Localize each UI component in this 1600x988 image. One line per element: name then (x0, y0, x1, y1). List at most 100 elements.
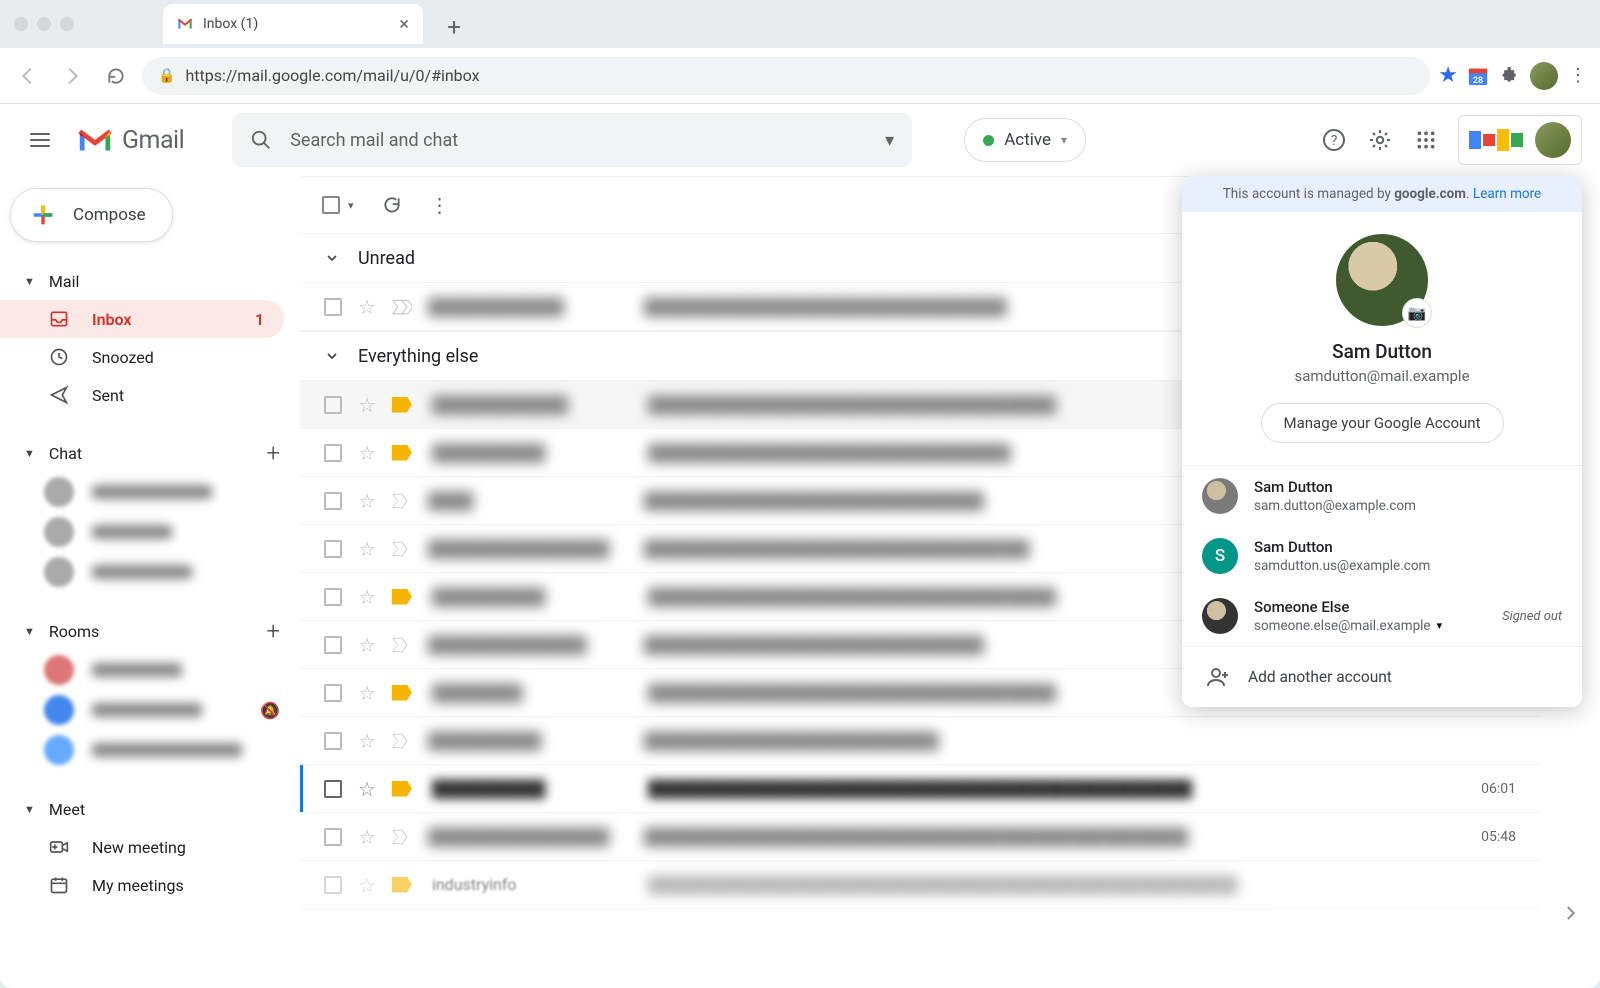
bookmark-star-icon[interactable]: ★ (1438, 63, 1458, 88)
chat-contact[interactable] (0, 512, 300, 552)
window-close-dot[interactable] (14, 17, 28, 31)
mail-row[interactable]: ☆industryinfo███████████████████████████… (300, 861, 1540, 909)
room-item[interactable] (0, 730, 300, 770)
select-all-checkbox[interactable]: ▾ (322, 196, 354, 214)
account-avatar: S (1202, 538, 1238, 574)
presence-dot-icon (983, 135, 994, 146)
sidebar-item-snoozed[interactable]: Snoozed (0, 338, 284, 376)
account-avatar[interactable] (1535, 122, 1571, 158)
caret-down-icon: ▼ (24, 447, 35, 460)
chrome-menu-icon[interactable]: ⋮ (1566, 64, 1590, 88)
window-minimize-dot[interactable] (37, 17, 51, 31)
help-icon[interactable]: ? (1320, 126, 1348, 154)
account-row[interactable]: Someone Else someone.else@mail.example ▾ Si… (1182, 586, 1582, 646)
main-menu-button[interactable] (18, 118, 62, 162)
mail-time: 05:48 (1481, 829, 1516, 845)
rooms-section-header[interactable]: ▼Rooms+ (0, 612, 300, 650)
apps-grid-icon[interactable] (1412, 126, 1440, 154)
star-icon[interactable]: ☆ (358, 295, 376, 319)
gmail-favicon (177, 16, 193, 32)
room-item[interactable] (0, 650, 300, 690)
lock-icon: 🔒 (158, 68, 175, 84)
mail-row[interactable]: ☆███████████████████████████████████████… (300, 813, 1540, 861)
new-tab-button[interactable]: + (437, 10, 471, 44)
browser-tab[interactable]: Inbox (1) × (163, 4, 423, 44)
mail-time: 06:01 (1481, 781, 1516, 797)
caret-down-icon: ▼ (24, 275, 35, 288)
row-checkbox[interactable] (324, 298, 342, 316)
signed-out-label: Signed out (1502, 609, 1562, 624)
sidebar: Compose ▼Mail Inbox 1 Snoozed (0, 176, 300, 988)
account-email: someone.else@mail.example (1254, 618, 1431, 634)
gmail-header: Gmail Search mail and chat ▾ Active ▾ ? (0, 104, 1600, 176)
profile-avatar[interactable] (1530, 62, 1558, 90)
account-email: sam.dutton@example.com (1254, 498, 1416, 514)
reload-button[interactable] (98, 58, 134, 94)
caret-down-icon: ▼ (24, 625, 35, 638)
expand-panel-button[interactable] (1561, 904, 1579, 922)
importance-icon[interactable] (392, 299, 412, 315)
search-bar[interactable]: Search mail and chat ▾ (232, 113, 912, 167)
sidebar-item-inbox[interactable]: Inbox 1 (0, 300, 284, 338)
search-icon (250, 129, 272, 151)
window-zoom-dot[interactable] (60, 17, 74, 31)
room-item[interactable]: 🔕 (0, 690, 300, 730)
extensions-icon[interactable] (1498, 64, 1522, 88)
sidebar-item-sent[interactable]: Sent (0, 376, 284, 414)
add-account-button[interactable]: Add another account (1182, 646, 1582, 707)
gmail-m-icon (76, 125, 114, 155)
add-room-button[interactable]: + (266, 617, 280, 645)
chat-contact[interactable] (0, 472, 300, 512)
inbox-icon (48, 309, 70, 329)
status-chip[interactable]: Active ▾ (964, 118, 1086, 162)
popover-name: Sam Dutton (1332, 340, 1432, 363)
mute-icon: 🔕 (260, 701, 280, 720)
url-text: https://mail.google.com/mail/u/0/#inbox (185, 66, 479, 85)
chevron-down-icon (324, 250, 340, 266)
gmail-logo[interactable]: Gmail (76, 125, 184, 155)
learn-more-link[interactable]: Learn more (1473, 186, 1541, 202)
mail-row[interactable]: ☆████████████████████████████████████ (300, 717, 1540, 765)
managed-banner: This account is managed by google.com. L… (1182, 176, 1582, 212)
search-placeholder: Search mail and chat (290, 130, 458, 151)
caret-down-icon: ▼ (24, 803, 35, 816)
compose-label: Compose (73, 205, 146, 225)
account-avatar (1202, 478, 1238, 514)
my-meetings-button[interactable]: My meetings (0, 866, 284, 904)
chat-section-header[interactable]: ▼Chat+ (0, 434, 300, 472)
account-row[interactable]: SSam Duttonsamdutton.us@example.com (1182, 526, 1582, 586)
chevron-down-icon (324, 348, 340, 364)
manage-account-button[interactable]: Manage your Google Account (1261, 403, 1504, 443)
svg-text:?: ? (1331, 133, 1338, 149)
mail-row[interactable]: ☆███████████████████████████████████████… (300, 765, 1540, 813)
chevron-down-icon[interactable]: ▾ (1437, 619, 1443, 632)
more-menu-button[interactable]: ⋮ (430, 193, 450, 217)
tab-title: Inbox (1) (203, 16, 389, 32)
nav-forward-button[interactable] (54, 58, 90, 94)
account-name: Someone Else (1254, 598, 1442, 616)
popover-email: samdutton@mail.example (1294, 367, 1469, 385)
calendar-extension-icon[interactable]: 28 (1466, 64, 1490, 88)
account-avatar (1202, 598, 1238, 634)
meet-section-header[interactable]: ▼Meet (0, 790, 300, 828)
camera-icon[interactable]: 📷 (1402, 298, 1432, 328)
add-chat-button[interactable]: + (266, 439, 280, 467)
refresh-button[interactable] (382, 195, 402, 215)
compose-button[interactable]: Compose (10, 188, 173, 242)
chat-contact[interactable] (0, 552, 300, 592)
mail-section-header[interactable]: ▼Mail (0, 262, 300, 300)
org-logo-icon[interactable] (1458, 115, 1582, 165)
account-popover: This account is managed by google.com. L… (1182, 176, 1582, 707)
account-row[interactable]: Sam Duttonsam.dutton@example.com (1182, 466, 1582, 526)
tab-close-icon[interactable]: × (399, 14, 409, 35)
account-email: samdutton.us@example.com (1254, 558, 1430, 574)
new-meeting-button[interactable]: New meeting (0, 828, 284, 866)
settings-gear-icon[interactable] (1366, 126, 1394, 154)
address-bar[interactable]: 🔒 https://mail.google.com/mail/u/0/#inbo… (142, 57, 1430, 95)
plus-icon (29, 201, 57, 229)
nav-back-button[interactable] (10, 58, 46, 94)
search-options-icon[interactable]: ▾ (885, 130, 894, 151)
calendar-icon (48, 875, 70, 895)
person-add-icon (1206, 665, 1230, 689)
send-icon (48, 385, 70, 405)
